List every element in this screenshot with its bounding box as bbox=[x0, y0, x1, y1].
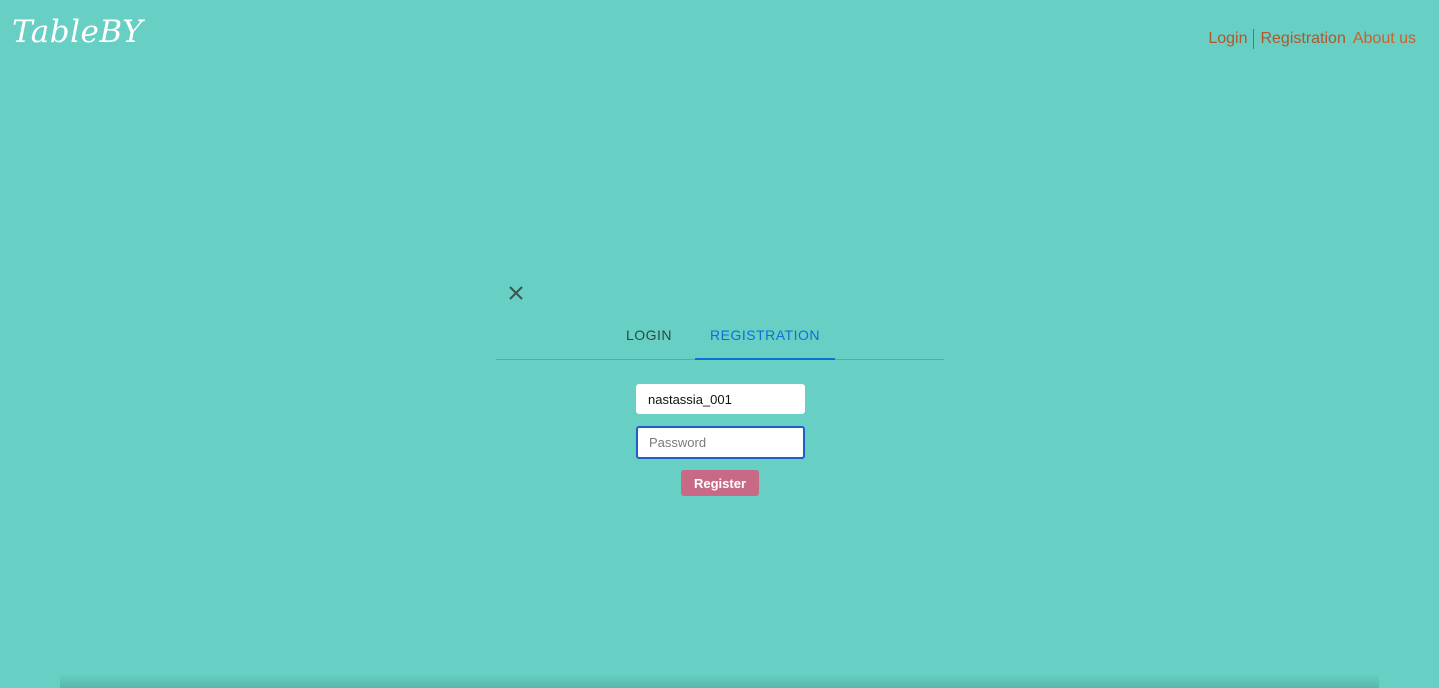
tab-login[interactable]: LOGIN bbox=[603, 315, 695, 358]
app-logo[interactable]: TableBY bbox=[12, 14, 143, 50]
password-input[interactable] bbox=[636, 426, 805, 459]
bottom-shadow bbox=[60, 674, 1379, 688]
nav-login-link[interactable]: Login bbox=[1208, 29, 1247, 49]
nav-registration-link[interactable]: Registration bbox=[1260, 29, 1345, 49]
register-button[interactable]: Register bbox=[681, 470, 759, 496]
close-icon bbox=[509, 286, 523, 300]
username-input[interactable] bbox=[636, 384, 805, 414]
tab-registration[interactable]: REGISTRATION bbox=[695, 315, 835, 360]
auth-tabs: LOGIN REGISTRATION bbox=[496, 315, 944, 360]
close-button[interactable] bbox=[505, 282, 527, 304]
nav-about-link[interactable]: About us bbox=[1353, 29, 1416, 49]
nav-divider bbox=[1253, 29, 1255, 49]
top-navigation: Login Registration About us bbox=[1208, 29, 1416, 49]
